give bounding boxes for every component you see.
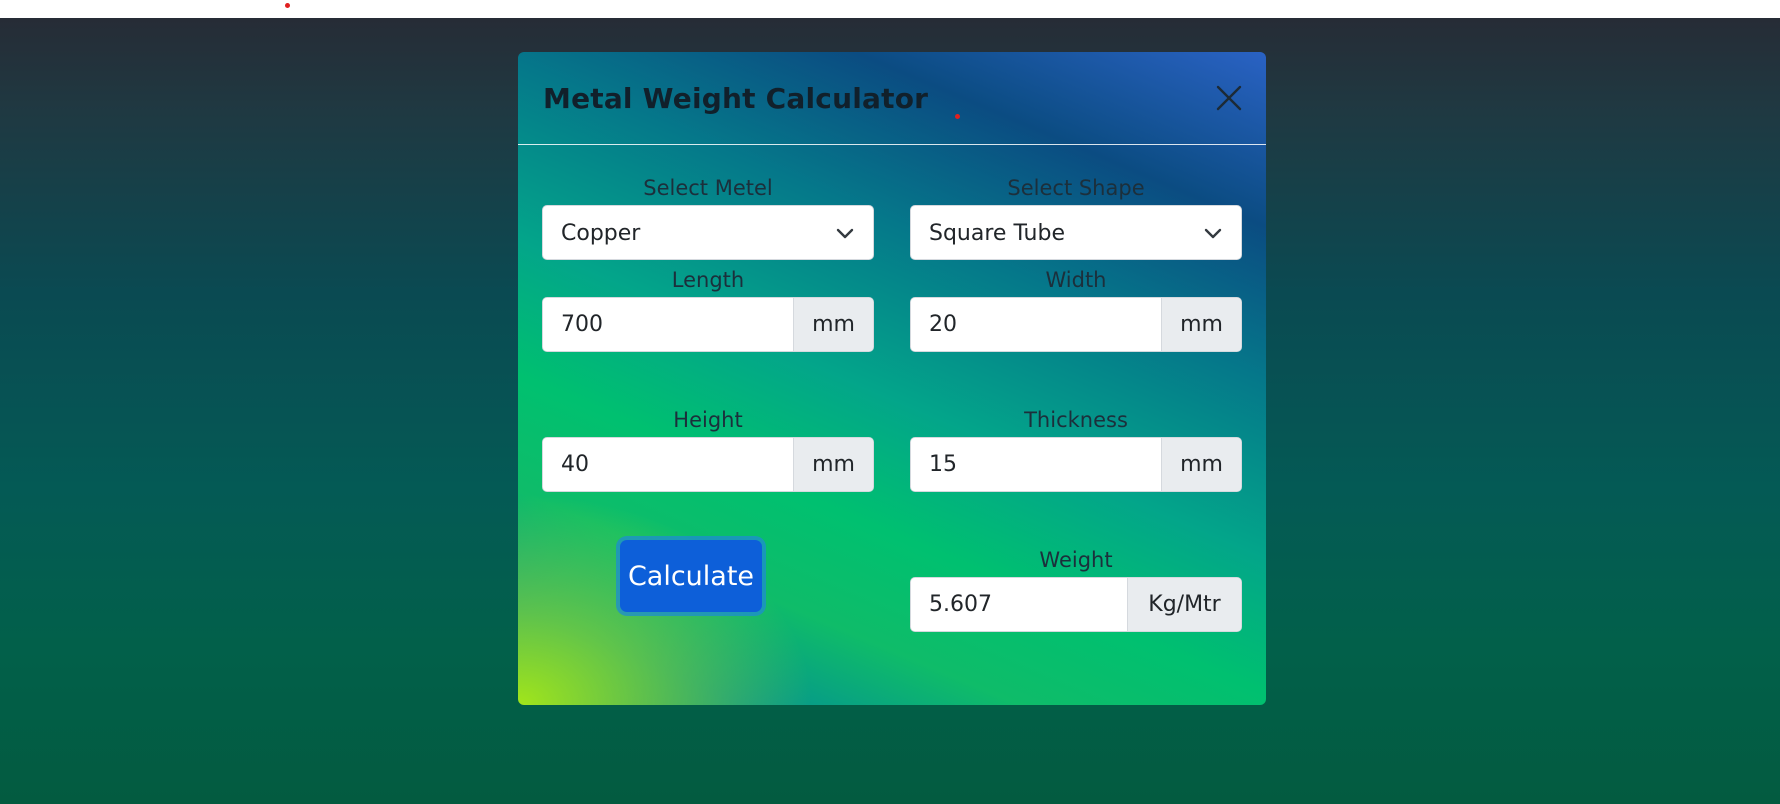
length-input-group: mm	[542, 297, 874, 352]
metal-select-label: Select Metel	[643, 176, 773, 200]
weight-label: Weight	[1039, 548, 1113, 572]
length-input[interactable]	[543, 298, 795, 351]
shape-select[interactable]: Square Tube	[910, 205, 1242, 260]
metal-select-value: Copper	[561, 221, 641, 246]
metal-weight-calculator-modal: Metal Weight Calculator Select Metel Cop…	[518, 52, 1266, 705]
width-unit: mm	[1161, 298, 1241, 351]
red-marker-dot	[955, 114, 960, 119]
height-input-group: mm	[542, 437, 874, 492]
close-icon	[1216, 85, 1242, 111]
thickness-input-group: mm	[910, 437, 1242, 492]
chevron-down-icon	[1204, 228, 1222, 239]
red-marker-dot	[285, 3, 290, 8]
top-strip	[0, 0, 1780, 18]
length-label: Length	[671, 268, 745, 292]
length-unit: mm	[793, 298, 873, 351]
calculate-button[interactable]: Calculate	[620, 540, 762, 612]
weight-output[interactable]	[911, 578, 1129, 631]
width-input[interactable]	[911, 298, 1163, 351]
weight-output-group: Kg/Mtr	[910, 577, 1242, 632]
modal-title: Metal Weight Calculator	[543, 82, 929, 115]
chevron-down-icon	[836, 228, 854, 239]
modal-header: Metal Weight Calculator	[518, 52, 1266, 145]
height-label: Height	[673, 408, 743, 432]
shape-select-label: Select Shape	[1007, 176, 1145, 200]
height-input[interactable]	[543, 438, 795, 491]
width-input-group: mm	[910, 297, 1242, 352]
weight-unit: Kg/Mtr	[1127, 578, 1241, 631]
shape-select-value: Square Tube	[929, 221, 1065, 246]
close-button[interactable]	[1211, 80, 1247, 116]
height-unit: mm	[793, 438, 873, 491]
thickness-label: Thickness	[1024, 408, 1128, 432]
thickness-input[interactable]	[911, 438, 1163, 491]
width-label: Width	[1045, 268, 1107, 292]
thickness-unit: mm	[1161, 438, 1241, 491]
metal-select[interactable]: Copper	[542, 205, 874, 260]
